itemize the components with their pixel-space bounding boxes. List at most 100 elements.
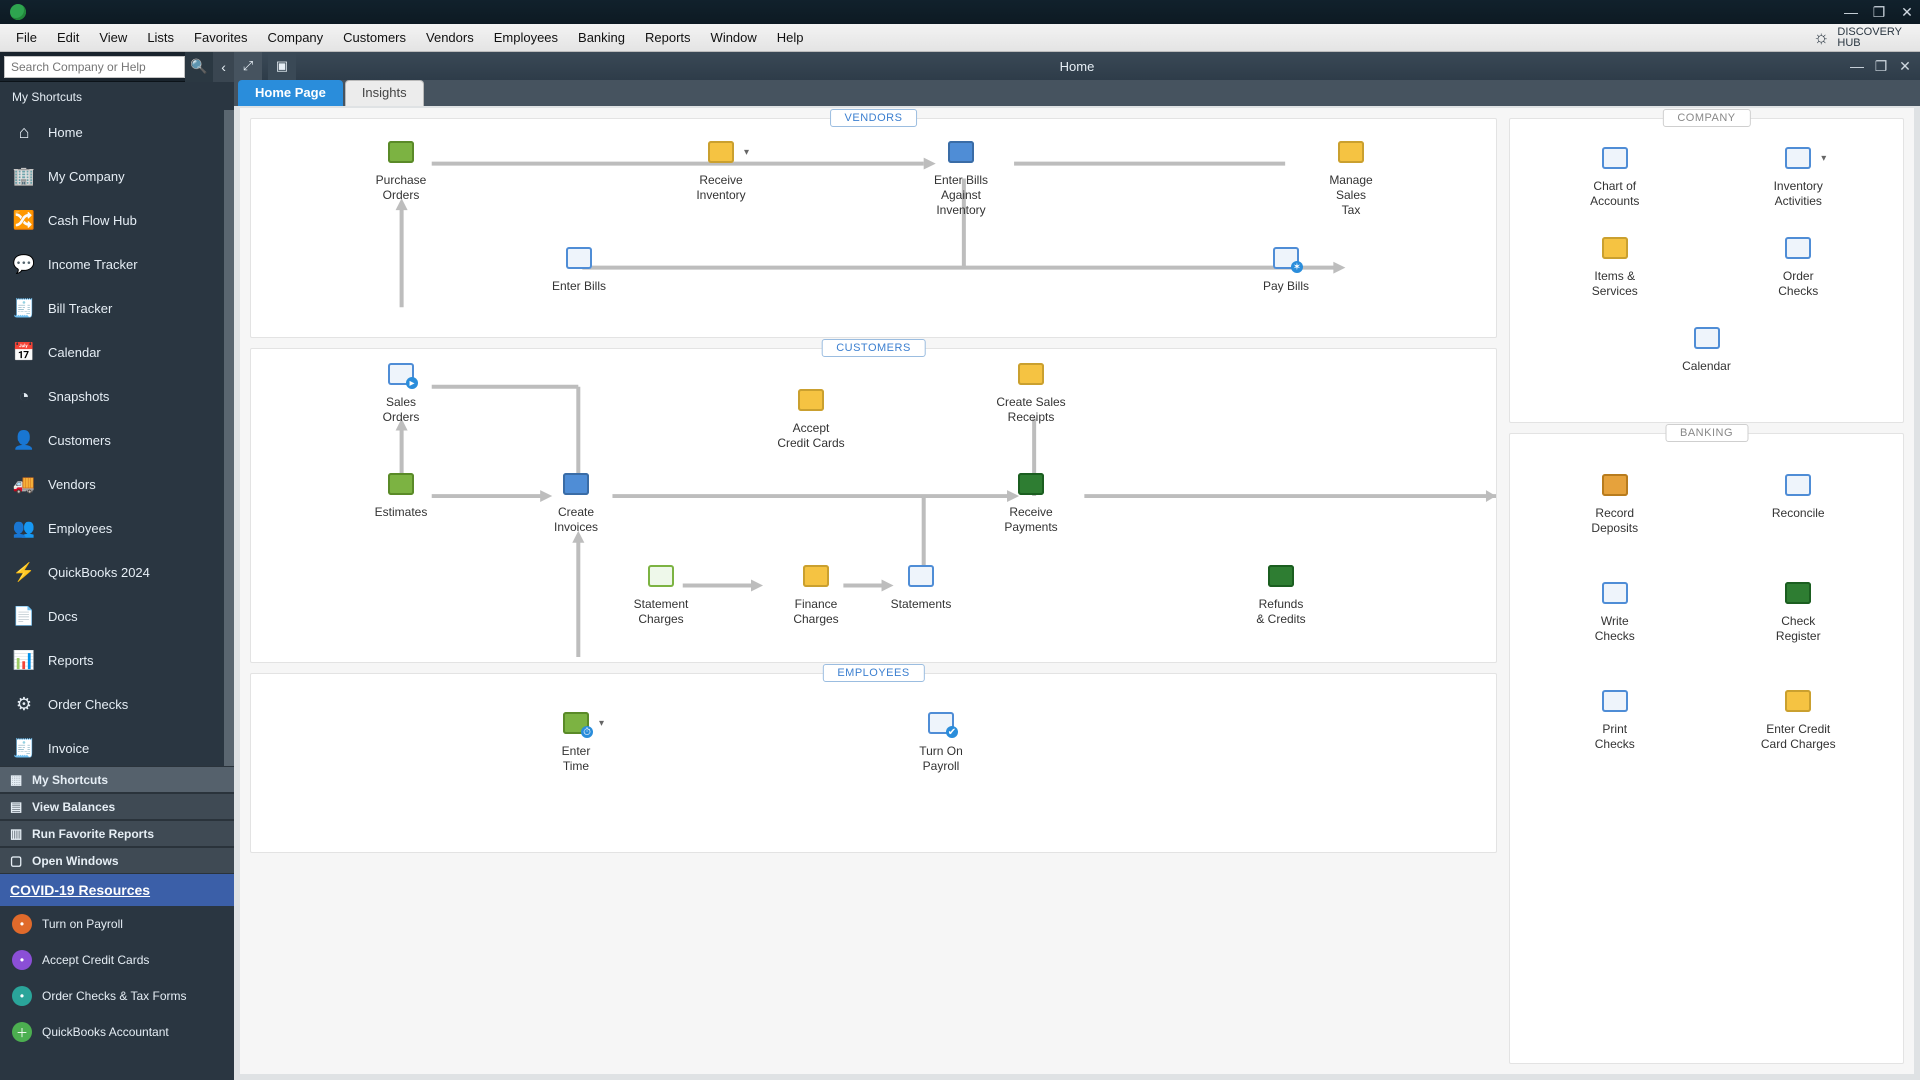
node-turn-on-payroll[interactable]: ✔ Turn OnPayroll (881, 712, 1001, 774)
node-manage-sales-tax[interactable]: ManageSalesTax (1291, 141, 1411, 218)
menu-reports[interactable]: Reports (635, 24, 701, 51)
sidebar-item-employees[interactable]: 👥Employees (0, 506, 224, 550)
badge-customers[interactable]: CUSTOMERS (821, 339, 926, 357)
doc-new-window-button[interactable]: ▣ (268, 52, 296, 80)
node-enter-time[interactable]: ⏱▾ EnterTime (516, 712, 636, 774)
menu-favorites[interactable]: Favorites (184, 24, 257, 51)
node-sales-orders[interactable]: ▸ SalesOrders (341, 363, 461, 425)
doc-close-button[interactable]: ✕ (1896, 57, 1914, 75)
menu-edit[interactable]: Edit (47, 24, 89, 51)
menu-vendors[interactable]: Vendors (416, 24, 484, 51)
promo-icon: ＋ (12, 1022, 32, 1042)
badge-employees[interactable]: EMPLOYEES (822, 664, 924, 682)
sidebar-item-cash-flow-hub[interactable]: 🔀Cash Flow Hub (0, 198, 224, 242)
node-receive-payments[interactable]: ReceivePayments (971, 473, 1091, 535)
sidebar-panel-view-balances[interactable]: ▤ View Balances (0, 793, 234, 820)
node-receive-inventory[interactable]: ▾ ReceiveInventory (661, 141, 781, 203)
menu-view[interactable]: View (89, 24, 137, 51)
sidebar-item-income-tracker[interactable]: 💬Income Tracker (0, 242, 224, 286)
sidebar-panel-my-shortcuts[interactable]: ▦ My Shortcuts (0, 766, 234, 793)
titlebar-maximize-button[interactable]: ❐ (1870, 3, 1888, 21)
menu-employees[interactable]: Employees (484, 24, 568, 51)
badge-company: COMPANY (1662, 109, 1750, 127)
sidebar-item-invoice[interactable]: 🧾Invoice (0, 726, 224, 766)
node-chart-of-accounts[interactable]: Chart ofAccounts (1528, 147, 1702, 209)
bolt-icon: ⚡ (14, 562, 34, 582)
sidebar-item-customers[interactable]: 👤Customers (0, 418, 224, 462)
node-inventory-activities[interactable]: ▾ InventoryActivities (1712, 147, 1886, 209)
node-print-checks[interactable]: PrintChecks (1528, 690, 1702, 752)
sidebar-item-bill-tracker[interactable]: 🧾Bill Tracker (0, 286, 224, 330)
sidebar-item-reports[interactable]: 📊Reports (0, 638, 224, 682)
search-button[interactable]: 🔍 (185, 52, 213, 82)
sidebar-item-snapshots[interactable]: ◔Snapshots (0, 374, 224, 418)
doc-minimize-button[interactable]: — (1848, 57, 1866, 75)
sidebar-item-my-company[interactable]: 🏢My Company (0, 154, 224, 198)
sidebar-item-label: Income Tracker (48, 257, 138, 272)
reports-icon: ▥ (10, 826, 24, 842)
node-create-invoices[interactable]: CreateInvoices (516, 473, 636, 535)
app-logo-icon (10, 4, 26, 20)
sidebar-item-order-checks[interactable]: ⚙Order Checks (0, 682, 224, 726)
menu-lists[interactable]: Lists (137, 24, 184, 51)
node-items-services[interactable]: Items &Services (1528, 237, 1702, 299)
node-estimates[interactable]: Estimates (341, 473, 461, 520)
node-enter-credit-card-charges[interactable]: Enter CreditCard Charges (1712, 690, 1886, 752)
balances-icon: ▤ (10, 799, 24, 815)
node-calendar[interactable]: Calendar (1528, 327, 1885, 374)
sidebar-panel-open-windows[interactable]: ▢ Open Windows (0, 847, 234, 874)
promo-label: Turn on Payroll (42, 917, 123, 931)
doc-restore-button[interactable]: ❐ (1872, 57, 1890, 75)
statements-icon (908, 565, 934, 587)
sidebar-item-label: Reports (48, 653, 94, 668)
node-record-deposits[interactable]: RecordDeposits (1528, 474, 1702, 536)
calendar-icon (1694, 327, 1720, 349)
promo-order-checks-tax-forms[interactable]: •Order Checks & Tax Forms (0, 978, 234, 1014)
node-order-checks[interactable]: OrderChecks (1712, 237, 1886, 299)
sidebar-item-label: Vendors (48, 477, 96, 492)
credit-card-charges-icon (1785, 690, 1811, 712)
node-pay-bills[interactable]: ✶ Pay Bills (1226, 247, 1346, 294)
badge-vendors[interactable]: VENDORS (830, 109, 918, 127)
node-check-register[interactable]: CheckRegister (1712, 582, 1886, 644)
node-accept-credit-cards[interactable]: AcceptCredit Cards (751, 389, 871, 451)
sidebar-item-quickbooks-2024[interactable]: ⚡QuickBooks 2024 (0, 550, 224, 594)
node-enter-bills[interactable]: Enter Bills (519, 247, 639, 294)
node-create-sales-receipts[interactable]: Create SalesReceipts (971, 363, 1091, 425)
menu-help[interactable]: Help (767, 24, 814, 51)
node-reconcile[interactable]: Reconcile (1712, 474, 1886, 536)
sidebar-title: My Shortcuts (0, 82, 234, 110)
order-checks-icon (1785, 237, 1811, 259)
titlebar-close-button[interactable]: ✕ (1898, 3, 1916, 21)
menu-window[interactable]: Window (701, 24, 767, 51)
titlebar-minimize-button[interactable]: — (1842, 3, 1860, 21)
promo-quickbooks-accountant[interactable]: ＋QuickBooks Accountant (0, 1014, 234, 1050)
node-finance-charges[interactable]: FinanceCharges (756, 565, 876, 627)
search-input[interactable] (4, 56, 185, 78)
menu-file[interactable]: File (6, 24, 47, 51)
covid-resources-link[interactable]: COVID-19 Resources (0, 874, 234, 906)
node-statement-charges[interactable]: StatementCharges (601, 565, 721, 627)
items-services-icon (1602, 237, 1628, 259)
promo-turn-on-payroll[interactable]: •Turn on Payroll (0, 906, 234, 942)
node-purchase-orders[interactable]: PurchaseOrders (341, 141, 461, 203)
node-write-checks[interactable]: WriteChecks (1528, 582, 1702, 644)
menu-customers[interactable]: Customers (333, 24, 416, 51)
sidebar-item-docs[interactable]: 📄Docs (0, 594, 224, 638)
sidebar-item-home[interactable]: ⌂Home (0, 110, 224, 154)
sidebar-panel-run-favorite-reports[interactable]: ▥ Run Favorite Reports (0, 820, 234, 847)
node-statements[interactable]: Statements (861, 565, 981, 612)
sidebar-item-calendar[interactable]: 📅Calendar (0, 330, 224, 374)
node-refunds-credits[interactable]: Refunds& Credits (1221, 565, 1341, 627)
sidebar-item-vendors[interactable]: 🚚Vendors (0, 462, 224, 506)
doc-maximize-button[interactable]: ⤢ (234, 52, 262, 80)
discovery-hub-button[interactable]: ☼ DISCOVERY HUB (1801, 24, 1914, 51)
menu-banking[interactable]: Banking (568, 24, 635, 51)
tab-insights[interactable]: Insights (345, 80, 424, 106)
promo-accept-credit-cards[interactable]: •Accept Credit Cards (0, 942, 234, 978)
node-enter-bills-against-inventory[interactable]: Enter BillsAgainstInventory (901, 141, 1021, 218)
menu-company[interactable]: Company (258, 24, 334, 51)
tab-home-page[interactable]: Home Page (238, 80, 343, 106)
sidebar-collapse-button[interactable]: ‹ (213, 52, 234, 82)
sidebar-item-label: Customers (48, 433, 111, 448)
